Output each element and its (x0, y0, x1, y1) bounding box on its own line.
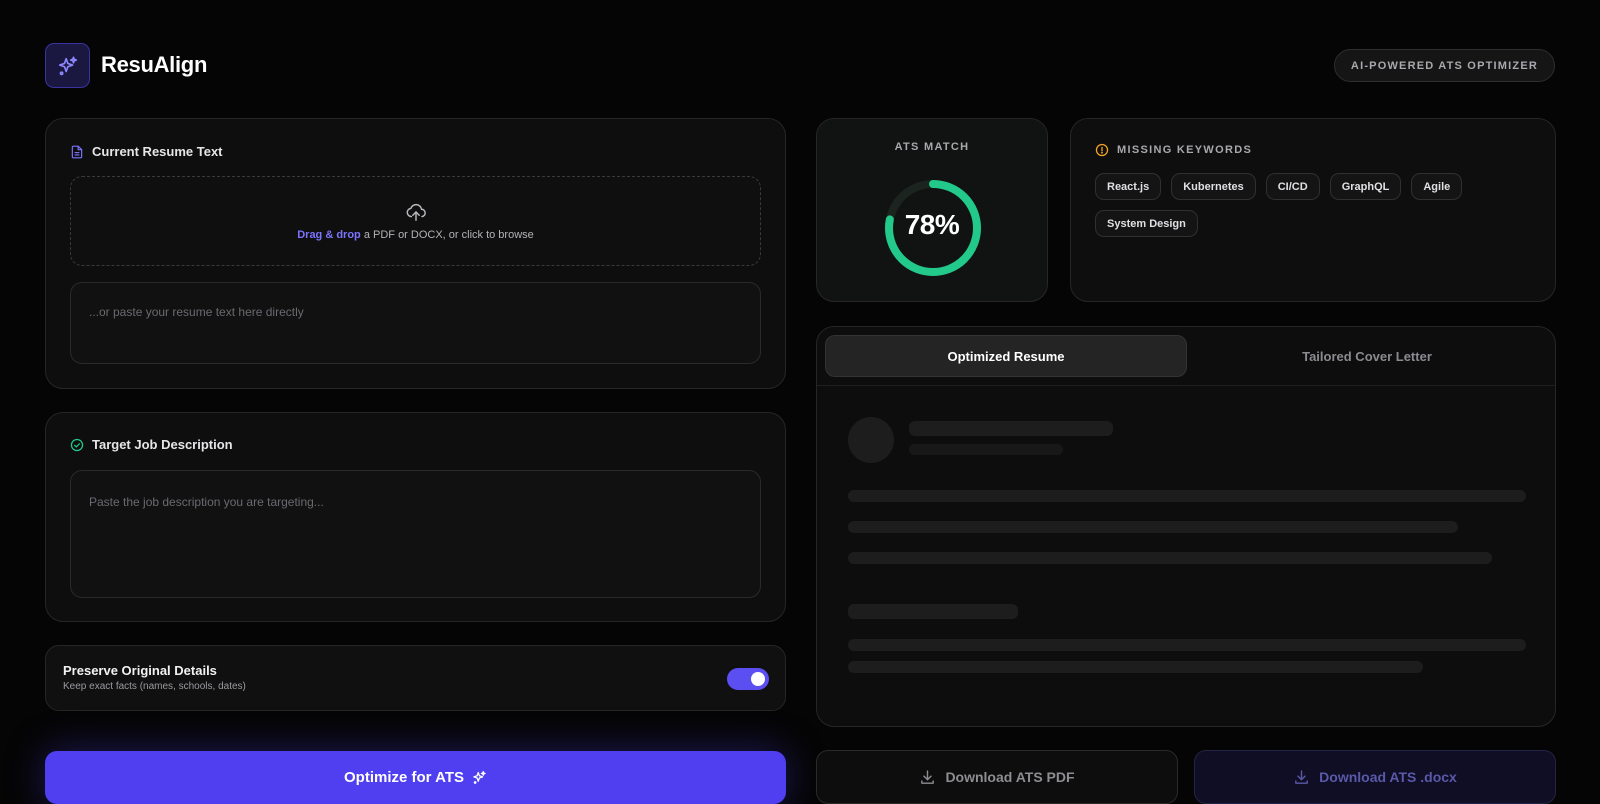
download-icon (921, 769, 935, 784)
job-description-placeholder: Paste the job description you are target… (89, 495, 324, 509)
check-circle-icon (70, 438, 84, 451)
keyword-chip: Agile (1411, 173, 1463, 200)
tagline-badge: AI-POWERED ATS OPTIMIZER (1333, 49, 1555, 82)
result-tabs: Optimized Resume Tailored Cover Letter (825, 335, 1547, 377)
skeleton-line (848, 639, 1526, 651)
download-docx-label: Download ATS .docx (1319, 769, 1457, 785)
ats-score-card: ATS MATCH 78% (816, 118, 1048, 302)
brand-name: ResuAlign (101, 52, 208, 77)
missing-keywords-label: MISSING KEYWORDS (1117, 144, 1253, 156)
skeleton-line (909, 421, 1113, 436)
download-pdf-button[interactable]: Download ATS PDF (816, 750, 1178, 804)
preserve-toggle[interactable] (727, 668, 769, 690)
skeleton-line (848, 661, 1423, 673)
keyword-chip: CI/CD (1265, 173, 1320, 200)
logo[interactable] (45, 43, 90, 88)
resume-text-input[interactable]: ...or paste your resume text here direct… (70, 282, 761, 364)
download-docx-button[interactable]: Download ATS .docx (1194, 750, 1556, 804)
alert-circle-icon (1095, 143, 1109, 157)
tab-cover-letter[interactable]: Tailored Cover Letter (1187, 335, 1547, 377)
skeleton-line (848, 604, 1018, 619)
optimize-button[interactable]: Optimize for ATS (45, 751, 786, 804)
dropzone-link[interactable]: Drag & drop (297, 229, 361, 241)
preserve-subtitle: Keep exact facts (names, schools, dates) (63, 681, 246, 692)
missing-keywords-card: MISSING KEYWORDS React.js Kubernetes CI/… (1070, 118, 1556, 302)
job-card-label: Target Job Description (92, 437, 233, 452)
sparkles-icon (58, 55, 77, 75)
dropzone-hint: Drag & drop a PDF or DOCX, or click to b… (297, 229, 534, 241)
dropzone-text: a PDF or DOCX, or click to browse (360, 229, 534, 241)
resume-text-placeholder: ...or paste your resume text here direct… (89, 305, 304, 319)
upload-cloud-icon (406, 203, 426, 221)
resume-card-title: Current Resume Text (70, 144, 223, 159)
resume-dropzone[interactable]: Drag & drop a PDF or DOCX, or click to b… (70, 176, 761, 266)
document-icon (71, 145, 83, 158)
keyword-chip: System Design (1095, 210, 1198, 237)
tab-optimized-resume[interactable]: Optimized Resume (825, 335, 1187, 377)
preserve-details-card: Preserve Original Details Keep exact fac… (45, 645, 786, 711)
skeleton-line (909, 444, 1063, 455)
optimize-button-label: Optimize for ATS (344, 769, 464, 786)
keyword-chip: Kubernetes (1171, 173, 1256, 200)
keyword-chip: GraphQL (1329, 173, 1402, 200)
job-card-title: Target Job Description (70, 437, 233, 452)
job-description-input[interactable]: Paste the job description you are target… (70, 470, 761, 598)
keyword-chip: React.js (1095, 173, 1162, 200)
skeleton-line (848, 521, 1458, 533)
keyword-chips: React.js Kubernetes CI/CD GraphQL Agile … (1095, 173, 1515, 237)
download-pdf-label: Download ATS PDF (945, 769, 1075, 785)
resume-card: Current Resume Text Drag & drop a PDF or… (45, 118, 786, 389)
download-icon (1295, 769, 1309, 784)
sparkles-icon (473, 770, 486, 784)
tabs-divider (817, 385, 1555, 386)
app-header: ResuAlign AI-POWERED ATS OPTIMIZER (45, 43, 1555, 88)
result-panel: Optimized Resume Tailored Cover Letter (816, 326, 1556, 727)
ats-score-label: ATS MATCH (894, 141, 970, 153)
resume-card-label: Current Resume Text (92, 144, 223, 159)
toggle-knob (751, 672, 765, 686)
skeleton-line (848, 490, 1526, 502)
skeleton-line (848, 552, 1492, 564)
ats-score-value: 78% (904, 209, 960, 240)
missing-keywords-title: MISSING KEYWORDS (1095, 143, 1252, 157)
skeleton-avatar (848, 417, 894, 463)
preserve-title: Preserve Original Details (63, 663, 217, 678)
job-description-card: Target Job Description Paste the job des… (45, 412, 786, 622)
